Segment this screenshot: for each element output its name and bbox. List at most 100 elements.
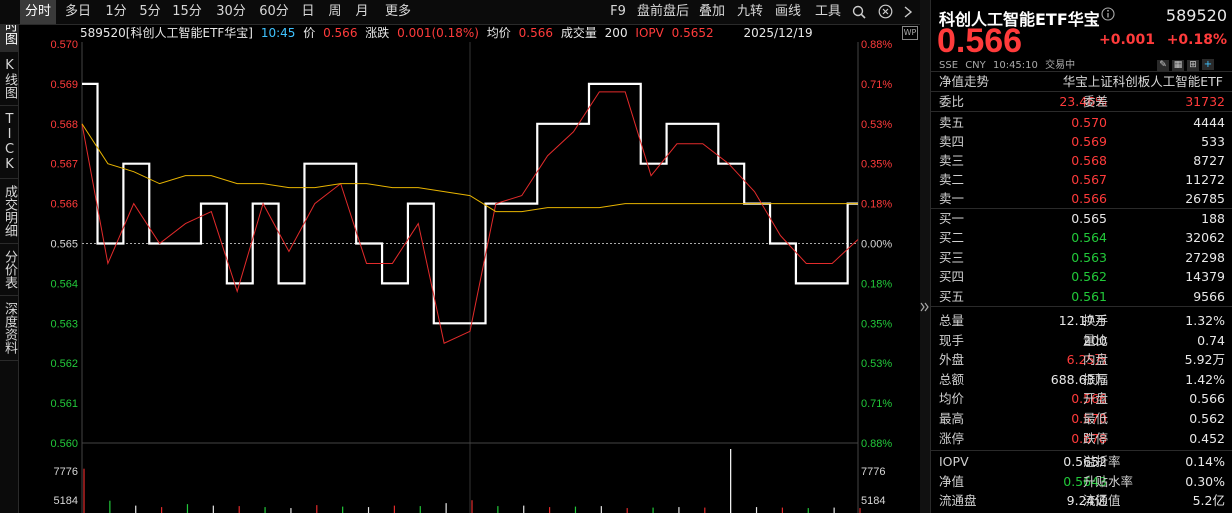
- bid-volume: 27298: [1185, 249, 1225, 265]
- weibi-row: 委比 23.46% 委差 31732: [931, 92, 1232, 111]
- stats-row: 均价 0.566 开盘 0.566: [931, 389, 1232, 408]
- ask-price: 0.566: [1071, 191, 1107, 206]
- ask-volume: 533: [1201, 134, 1225, 149]
- stats-row: 外盘 6.25万 内盘 5.92万: [931, 350, 1232, 369]
- volume-tick-label: 5184: [861, 495, 885, 507]
- price-tick-label: 0.569: [50, 79, 78, 91]
- price-change: +0.001: [1099, 32, 1156, 48]
- currency: CNY: [965, 60, 986, 71]
- fund-full-name: 华宝上证科创板人工智能ETF: [1062, 74, 1223, 89]
- pct-tick-label: 0.88%: [861, 39, 892, 51]
- stat-label: 总额: [939, 371, 965, 387]
- panel-mini-toolbar: ✎ ▦ ⊞ +: [1157, 56, 1214, 71]
- bid-row[interactable]: 买四 0.562 14379: [931, 267, 1232, 286]
- stat-label: 溢折率: [1083, 454, 1121, 469]
- stat-label: 跌停: [1083, 430, 1109, 446]
- ask-row[interactable]: 卖一 0.566 26785: [931, 189, 1232, 208]
- zoom-icon[interactable]: ⊞: [1187, 60, 1199, 71]
- bid-volume: 32062: [1185, 230, 1225, 246]
- nav-row[interactable]: 净值走势 华宝上证科创板人工智能ETF: [931, 72, 1232, 91]
- nav-trend-link[interactable]: 净值走势: [939, 72, 989, 91]
- ask-row[interactable]: 卖二 0.567 11272: [931, 170, 1232, 189]
- bid-label: 买一: [939, 211, 965, 226]
- bid-row[interactable]: 买三 0.563 27298: [931, 248, 1232, 267]
- ask-price: 0.567: [1071, 172, 1107, 187]
- price-tick-label: 0.560: [50, 438, 78, 450]
- stats-row: 流通盘 9.24亿 流通值 5.2亿: [931, 491, 1232, 510]
- bid-price: 0.565: [1071, 211, 1107, 226]
- ask-row[interactable]: 卖三 0.568 8727: [931, 151, 1232, 170]
- pct-tick-label: 0.71%: [861, 398, 892, 410]
- price-tick-label: 0.561: [50, 398, 78, 410]
- bid-volume: 9566: [1193, 288, 1225, 304]
- ask-volume: 26785: [1185, 191, 1225, 206]
- price-tick-label: 0.563: [50, 318, 78, 330]
- quote-panel: 科创人工智能ETF华宝 589520 0.566 +0.001 +0.18% S…: [930, 0, 1232, 513]
- bid-row[interactable]: 买二 0.564 32062: [931, 228, 1232, 247]
- price-tick-label: 0.565: [50, 239, 78, 251]
- add-icon[interactable]: +: [1202, 59, 1214, 70]
- ask-volume: 4444: [1193, 115, 1225, 130]
- stat-value: 0.566: [1189, 391, 1225, 407]
- bid-label: 买三: [939, 249, 965, 265]
- intraday-chart[interactable]: 0.570 0.569 0.568 0.567 0.566 0.565 0.564 0.563…: [0, 0, 920, 513]
- bid-volume: 14379: [1185, 269, 1225, 285]
- grid-icon[interactable]: ▦: [1172, 60, 1184, 71]
- pct-tick-label: 0.88%: [861, 438, 892, 450]
- edit-icon[interactable]: ✎: [1157, 60, 1169, 71]
- price-tick-label: 0.570: [50, 39, 78, 51]
- pct-tick-label: 0.53%: [861, 119, 892, 131]
- volume-tick-label: 7776: [54, 466, 78, 478]
- pct-tick-label: 0.35%: [861, 318, 892, 330]
- bid-price: 0.561: [1071, 288, 1107, 304]
- panel-collapse-handle[interactable]: [920, 0, 930, 513]
- stat-label: 内盘: [1083, 352, 1109, 368]
- price-tick-label: 0.567: [50, 159, 78, 171]
- exchange: SSE: [939, 60, 959, 71]
- stats-row: 总额 688.63万 振幅 1.42%: [931, 370, 1232, 389]
- price-tick-label: 0.566: [50, 199, 78, 211]
- bid-volume: 188: [1201, 211, 1225, 226]
- ask-row[interactable]: 卖四 0.569 533: [931, 132, 1232, 151]
- ask-volume: 11272: [1185, 172, 1225, 187]
- bid-price: 0.564: [1071, 230, 1107, 246]
- quote-time: 10:45:10: [992, 60, 1038, 71]
- volume-tick-label: 7776: [861, 466, 885, 478]
- ask-row[interactable]: 卖五 0.570 4444: [931, 113, 1232, 132]
- stats-row: IOPV 0.5652 溢折率 0.14%: [931, 452, 1232, 471]
- info-icon[interactable]: [1101, 7, 1115, 24]
- pct-tick-label: 0.18%: [861, 278, 892, 290]
- ask-label: 卖五: [939, 115, 965, 130]
- pct-tick-label: 0.00%: [861, 239, 892, 251]
- stat-label: 振幅: [1083, 371, 1109, 387]
- stat-label: 流通盘: [939, 493, 977, 509]
- stat-value: 0.30%: [1185, 473, 1225, 489]
- stats-row: 总量 12.17万 换手 1.32%: [931, 311, 1232, 330]
- ask-price: 0.568: [1071, 153, 1107, 168]
- stat-label: 最低: [1083, 411, 1109, 426]
- stat-label: 量比: [1083, 332, 1109, 348]
- pct-tick-label: 0.71%: [861, 79, 892, 91]
- stats-row: 最高 0.570 最低 0.562: [931, 409, 1232, 428]
- stat-value: 1.42%: [1185, 371, 1225, 387]
- stats-row: 涨停 0.678 跌停 0.452: [931, 429, 1232, 448]
- bid-row[interactable]: 买一 0.565 188: [931, 209, 1232, 228]
- pct-tick-label: 0.35%: [861, 159, 892, 171]
- stat-label: IOPV: [939, 454, 969, 469]
- price-change-pct: +0.18%: [1166, 32, 1227, 48]
- stat-label: 总量: [939, 313, 965, 328]
- bid-label: 买四: [939, 269, 965, 285]
- stat-value: 5.92万: [1184, 352, 1225, 368]
- stat-label: 升贴水率: [1083, 473, 1134, 489]
- bid-label: 买五: [939, 288, 965, 304]
- ask-label: 卖二: [939, 172, 965, 187]
- price-tick-label: 0.562: [50, 358, 78, 370]
- stat-value: 0.452: [1189, 430, 1225, 446]
- stat-value: 5.2亿: [1192, 493, 1225, 509]
- price-tick-label: 0.568: [50, 119, 78, 131]
- stats-row: 现手 200 量比 0.74: [931, 331, 1232, 350]
- weicha-value: 31732: [1185, 94, 1225, 109]
- pct-tick-label: 0.53%: [861, 358, 892, 370]
- bid-row[interactable]: 买五 0.561 9566: [931, 287, 1232, 306]
- stat-label: 涨停: [939, 430, 965, 446]
